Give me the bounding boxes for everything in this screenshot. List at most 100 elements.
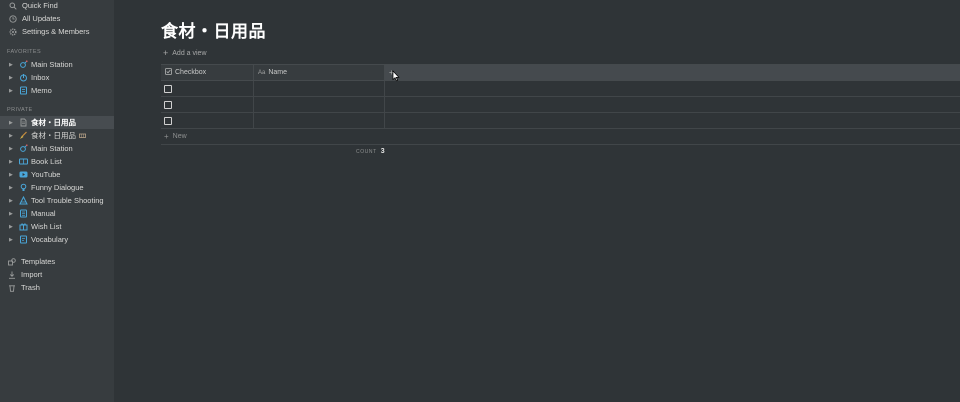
- count-summary[interactable]: COUNT 3: [356, 148, 385, 155]
- private-item-tool-trouble-shooting[interactable]: ▶ Tool Trouble Shooting: [0, 194, 114, 207]
- private-item-main-station[interactable]: ▶ Main Station: [0, 142, 114, 155]
- favorites-section-label: FAVORITES: [7, 49, 42, 55]
- table-row[interactable]: [161, 113, 960, 129]
- checkbox-cell[interactable]: [161, 81, 254, 96]
- search-icon: [9, 2, 17, 10]
- expand-arrow-icon[interactable]: ▶: [9, 198, 15, 204]
- favorite-item-memo[interactable]: ▶ Memo: [0, 84, 114, 97]
- inbox-icon: [19, 73, 28, 82]
- expand-arrow-icon[interactable]: ▶: [9, 159, 15, 165]
- mouse-cursor-icon: [392, 70, 400, 82]
- main-content: 食材・日用品 + Add a view Checkbox Aa Name + +…: [114, 0, 960, 402]
- private-item-label: Manual: [31, 209, 56, 218]
- clock-icon: [9, 14, 17, 23]
- favorite-item-inbox[interactable]: ▶ Inbox: [0, 71, 114, 84]
- checkbox-cell[interactable]: [161, 113, 254, 128]
- row-checkbox[interactable]: [164, 84, 172, 93]
- name-cell[interactable]: [254, 81, 385, 96]
- satellite-icon: [19, 60, 28, 69]
- templates-item[interactable]: Templates: [0, 255, 114, 268]
- expand-arrow-icon[interactable]: ▶: [9, 224, 15, 230]
- page-icon: [19, 118, 28, 127]
- expand-arrow-icon[interactable]: ▶: [9, 120, 15, 126]
- basket-icon: [79, 132, 86, 140]
- tools-icon: [19, 196, 28, 205]
- add-view-button[interactable]: + Add a view: [163, 48, 207, 58]
- book-icon: [19, 157, 28, 166]
- private-item-label: 食材・日用品: [31, 131, 76, 140]
- favorite-item-main-station[interactable]: ▶ Main Station: [0, 58, 114, 71]
- plus-icon: +: [164, 132, 169, 141]
- name-cell[interactable]: [254, 97, 385, 112]
- private-item-label: 食材・日用品: [31, 118, 76, 127]
- new-row-button[interactable]: + New: [161, 129, 960, 145]
- text-icon: Aa: [258, 69, 266, 76]
- row-checkbox[interactable]: [164, 100, 172, 109]
- satellite-icon: [19, 144, 28, 153]
- quick-find-label: Quick Find: [22, 1, 58, 10]
- private-item-label: Main Station: [31, 144, 73, 153]
- private-item-funny-dialogue[interactable]: ▶ Funny Dialogue: [0, 181, 114, 194]
- quick-find[interactable]: Quick Find: [0, 0, 114, 12]
- private-item-youtube[interactable]: ▶ YouTube: [0, 168, 114, 181]
- database-table: Checkbox Aa Name + + New: [161, 64, 960, 145]
- empty-cell: [385, 113, 960, 128]
- youtube-icon: [19, 170, 28, 179]
- column-header-checkbox[interactable]: Checkbox: [161, 65, 254, 80]
- private-item-shokuzai-2[interactable]: ▶ 食材・日用品: [0, 129, 114, 142]
- trash-item[interactable]: Trash: [0, 281, 114, 294]
- expand-arrow-icon[interactable]: ▶: [9, 133, 15, 139]
- manual-icon: [19, 209, 28, 218]
- table-row[interactable]: [161, 97, 960, 113]
- import-item[interactable]: Import: [0, 268, 114, 281]
- templates-label: Templates: [21, 257, 56, 266]
- favorite-item-label: Main Station: [31, 60, 73, 69]
- empty-cell: [385, 97, 960, 112]
- settings-members[interactable]: Settings & Members: [0, 25, 114, 38]
- import-icon: [8, 271, 16, 279]
- vocab-icon: [19, 235, 28, 244]
- column-header-name[interactable]: Aa Name: [254, 65, 385, 80]
- expand-arrow-icon[interactable]: ▶: [9, 62, 15, 68]
- settings-members-label: Settings & Members: [22, 27, 90, 36]
- expand-arrow-icon[interactable]: ▶: [9, 75, 15, 81]
- gear-icon: [9, 28, 17, 36]
- expand-arrow-icon[interactable]: ▶: [9, 185, 15, 191]
- private-item-shokuzai-active[interactable]: ▶ 食材・日用品: [0, 116, 114, 129]
- broom-icon: [19, 131, 28, 140]
- row-checkbox[interactable]: [164, 116, 172, 125]
- count-label: COUNT: [356, 149, 377, 155]
- page-title[interactable]: 食材・日用品: [161, 17, 266, 42]
- table-header: Checkbox Aa Name +: [161, 64, 960, 81]
- private-item-label: Tool Trouble Shooting: [31, 196, 104, 205]
- private-item-book-list[interactable]: ▶ Book List: [0, 155, 114, 168]
- new-row-label: New: [172, 133, 187, 140]
- gift-icon: [19, 222, 28, 231]
- templates-icon: [8, 257, 16, 266]
- count-value: 3: [380, 148, 386, 155]
- expand-arrow-icon[interactable]: ▶: [9, 237, 15, 243]
- all-updates[interactable]: All Updates: [0, 12, 114, 25]
- table-row[interactable]: [161, 81, 960, 97]
- memo-icon: [19, 86, 28, 95]
- expand-arrow-icon[interactable]: ▶: [9, 211, 15, 217]
- checkbox-cell[interactable]: [161, 97, 254, 112]
- empty-cell: [385, 81, 960, 96]
- favorite-item-label: Memo: [31, 86, 52, 95]
- private-item-wish-list[interactable]: ▶ Wish List: [0, 220, 114, 233]
- favorite-item-label: Inbox: [31, 73, 50, 82]
- private-item-label: Wish List: [31, 222, 62, 231]
- expand-arrow-icon[interactable]: ▶: [9, 88, 15, 94]
- column-header-label: Checkbox: [175, 69, 207, 76]
- private-item-label: Vocabulary: [31, 235, 69, 244]
- private-item-manual[interactable]: ▶ Manual: [0, 207, 114, 220]
- plus-icon: +: [163, 48, 169, 58]
- expand-arrow-icon[interactable]: ▶: [9, 172, 15, 178]
- column-header-label: Name: [268, 69, 288, 76]
- trash-label: Trash: [21, 283, 40, 292]
- private-item-vocabulary[interactable]: ▶ Vocabulary: [0, 233, 114, 246]
- trash-icon: [8, 284, 16, 292]
- name-cell[interactable]: [254, 113, 385, 128]
- expand-arrow-icon[interactable]: ▶: [9, 146, 15, 152]
- add-column-button[interactable]: +: [385, 65, 960, 80]
